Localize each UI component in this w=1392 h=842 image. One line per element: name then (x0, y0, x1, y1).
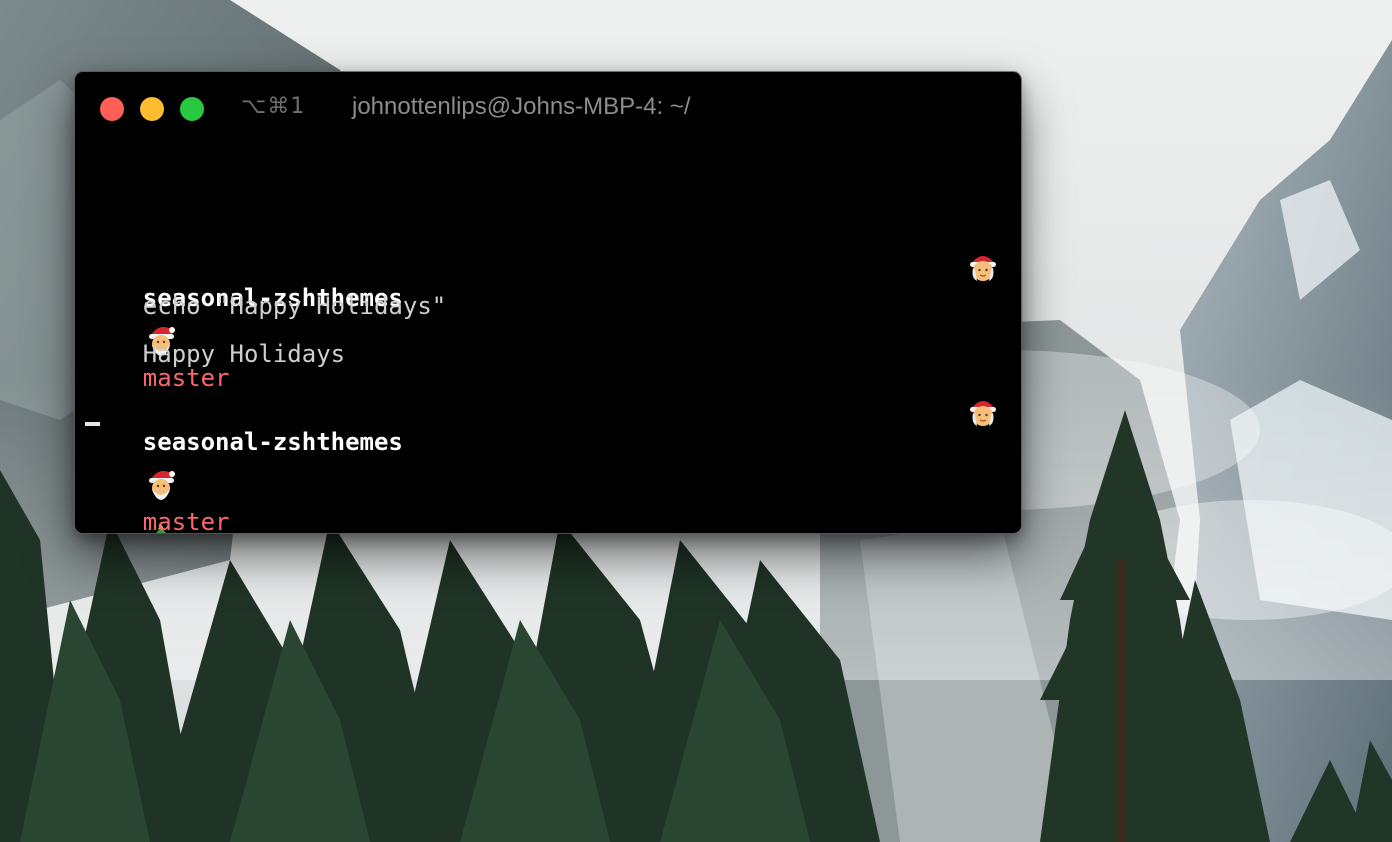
santa-icon (143, 385, 183, 500)
terminal-titlebar[interactable]: ⌥⌘1 johnottenlips@Johns-MBP-4: ~/ (75, 72, 1021, 146)
window-title: johnottenlips@Johns-MBP-4: ~/ (352, 93, 691, 120)
mrs-claus-icon (965, 393, 1005, 433)
prompt-line: seasonal-zshthemes master (85, 198, 403, 533)
terminal-window[interactable]: ⌥⌘1 johnottenlips@Johns-MBP-4: ~/ season… (75, 72, 1021, 533)
prompt-directory: seasonal-zshthemes (142, 428, 403, 456)
prompt-git-branch: master (142, 508, 230, 533)
minimize-button[interactable] (140, 97, 164, 121)
mrs-claus-icon (965, 248, 1005, 288)
command-line: echo "Happy Holidays" (85, 246, 446, 320)
close-button[interactable] (100, 97, 124, 121)
output-line: Happy Holidays (85, 294, 345, 368)
prompt-line: seasonal-zshthemes master (85, 342, 403, 533)
zoom-button[interactable] (180, 97, 204, 121)
tab-shortcut-label: ⌥⌘1 (241, 94, 306, 119)
text-cursor (85, 422, 100, 426)
